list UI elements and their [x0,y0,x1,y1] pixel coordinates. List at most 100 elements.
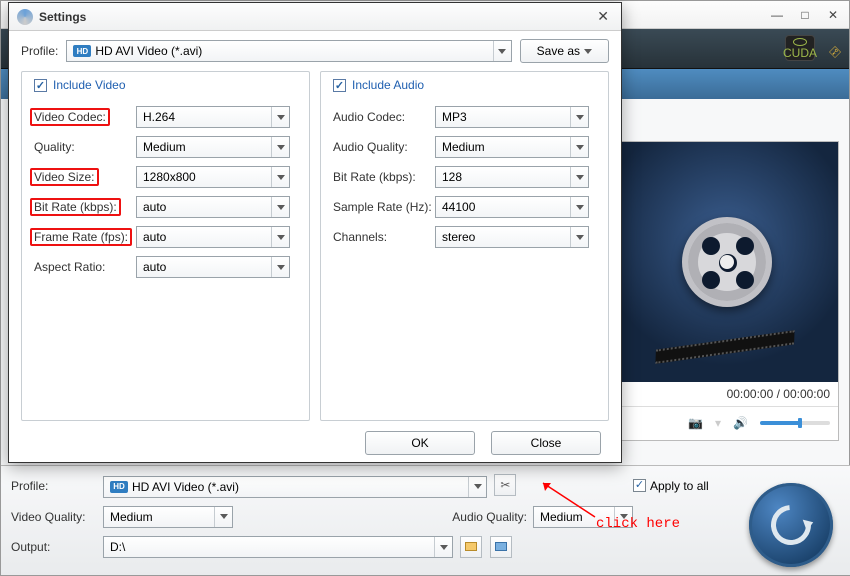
audio-label-4: Channels: [333,230,435,244]
nvidia-eye-icon [793,38,807,46]
hd-icon: HD [73,45,91,57]
include-audio-checkbox[interactable] [333,79,346,92]
video-label-0: Video Codec: [34,110,136,124]
audio-combo-3[interactable]: 44100 [435,196,589,218]
output-combo[interactable]: D:\ [103,536,453,558]
video-combo-5[interactable]: auto [136,256,290,278]
chevron-down-icon [498,49,506,54]
snapshot-button[interactable]: 📷 [688,416,703,430]
chevron-down-icon [576,175,584,180]
audio-combo-1[interactable]: Medium [435,136,589,158]
maximize-button[interactable]: □ [797,8,813,22]
chevron-down-icon [576,115,584,120]
dialog-close-button[interactable]: ✕ [593,8,613,25]
audio-quality-label: Audio Quality: [443,510,533,524]
convert-button[interactable] [749,483,833,567]
chevron-down-icon [277,145,285,150]
dialog-title: Settings [39,10,86,24]
close-label: Close [531,436,562,450]
audio-combo-4[interactable]: stereo [435,226,589,248]
preview-time: 00:00:00 / 00:00:00 [615,382,838,406]
video-value-1: Medium [143,140,186,154]
audio-quality-combo[interactable]: Medium [533,506,633,528]
video-value-0: H.264 [143,110,175,124]
video-combo-2[interactable]: 1280x800 [136,166,290,188]
audio-group: Include Audio Audio Codec:MP3Audio Quali… [320,71,609,421]
video-label-3: Bit Rate (kbps): [34,200,136,214]
hd-icon: HD [110,481,128,493]
chevron-down-icon [620,514,628,519]
video-combo-1[interactable]: Medium [136,136,290,158]
profile-settings-button[interactable]: ✂ [494,474,516,496]
chevron-down-icon [277,175,285,180]
save-as-label: Save as [537,44,580,58]
preview-controls: 📷 ▾ 🔊 [615,406,838,438]
video-label-4: Frame Rate (fps): [34,230,136,244]
volume-slider[interactable] [760,421,830,425]
dlg-profile-value: HD AVI Video (*.avi) [95,44,202,58]
chevron-down-icon [277,115,285,120]
bottom-bar: Profile: HD HD AVI Video (*.avi) ✂ Apply… [1,465,850,575]
audio-value-4: stereo [442,230,475,244]
output-label: Output: [11,540,103,554]
chevron-down-icon [474,484,482,489]
close-button[interactable]: Close [491,431,601,455]
film-reel-icon [682,217,772,307]
include-audio-label: Include Audio [352,78,424,92]
chevron-down-icon [277,235,285,240]
open-output-button[interactable] [490,536,512,558]
chevron-down-icon [440,545,448,550]
volume-icon[interactable]: 🔊 [733,416,748,430]
browse-output-button[interactable] [460,536,482,558]
video-combo-0[interactable]: H.264 [136,106,290,128]
chevron-down-icon [576,235,584,240]
highlight-box: Video Codec: [30,108,110,126]
apply-all-checkbox[interactable] [633,479,646,492]
dlg-profile-label: Profile: [21,44,58,58]
convert-icon [763,497,819,553]
video-combo-4[interactable]: auto [136,226,290,248]
video-group: Include Video Video Codec:H.264Quality:M… [21,71,310,421]
film-strip-icon [655,330,794,364]
video-quality-value: Medium [110,510,153,524]
highlight-box: Video Size: [30,168,99,186]
close-window-button[interactable]: ✕ [825,8,841,22]
include-video-checkbox[interactable] [34,79,47,92]
highlight-box: Bit Rate (kbps): [30,198,121,216]
video-quality-label: Video Quality: [11,510,103,524]
video-value-5: auto [143,260,166,274]
audio-value-0: MP3 [442,110,467,124]
audio-label-1: Audio Quality: [333,140,435,154]
audio-combo-2[interactable]: 128 [435,166,589,188]
profile-value: HD AVI Video (*.avi) [132,480,239,494]
audio-value-3: 44100 [442,200,475,214]
minimize-button[interactable]: — [769,8,785,22]
folder-icon [465,542,477,551]
chevron-down-icon [576,205,584,210]
ok-button[interactable]: OK [365,431,475,455]
chevron-down-icon [576,145,584,150]
audio-quality-value: Medium [540,510,583,524]
include-video-label: Include Video [53,78,126,92]
video-value-2: 1280x800 [143,170,196,184]
chevron-down-icon [220,514,228,519]
preview-panel: 00:00:00 / 00:00:00 📷 ▾ 🔊 [614,141,839,441]
audio-value-1: Medium [442,140,485,154]
chevron-down-icon [584,49,592,54]
profile-label: Profile: [11,479,103,493]
cuda-label: CUDA [783,47,817,59]
video-label-5: Aspect Ratio: [34,260,136,274]
audio-label-3: Sample Rate (Hz): [333,200,435,214]
ok-label: OK [411,436,428,450]
profile-combo[interactable]: HD HD AVI Video (*.avi) [103,476,487,498]
audio-combo-0[interactable]: MP3 [435,106,589,128]
video-combo-3[interactable]: auto [136,196,290,218]
key-icon[interactable]: ⚿ [826,44,843,61]
preview-video-area [615,142,838,382]
video-value-3: auto [143,200,166,214]
dlg-profile-combo[interactable]: HD HD AVI Video (*.avi) [66,40,511,62]
video-quality-combo[interactable]: Medium [103,506,233,528]
save-as-button[interactable]: Save as [520,39,609,63]
folder-open-icon [495,542,507,551]
apply-all-label: Apply to all [650,479,709,493]
